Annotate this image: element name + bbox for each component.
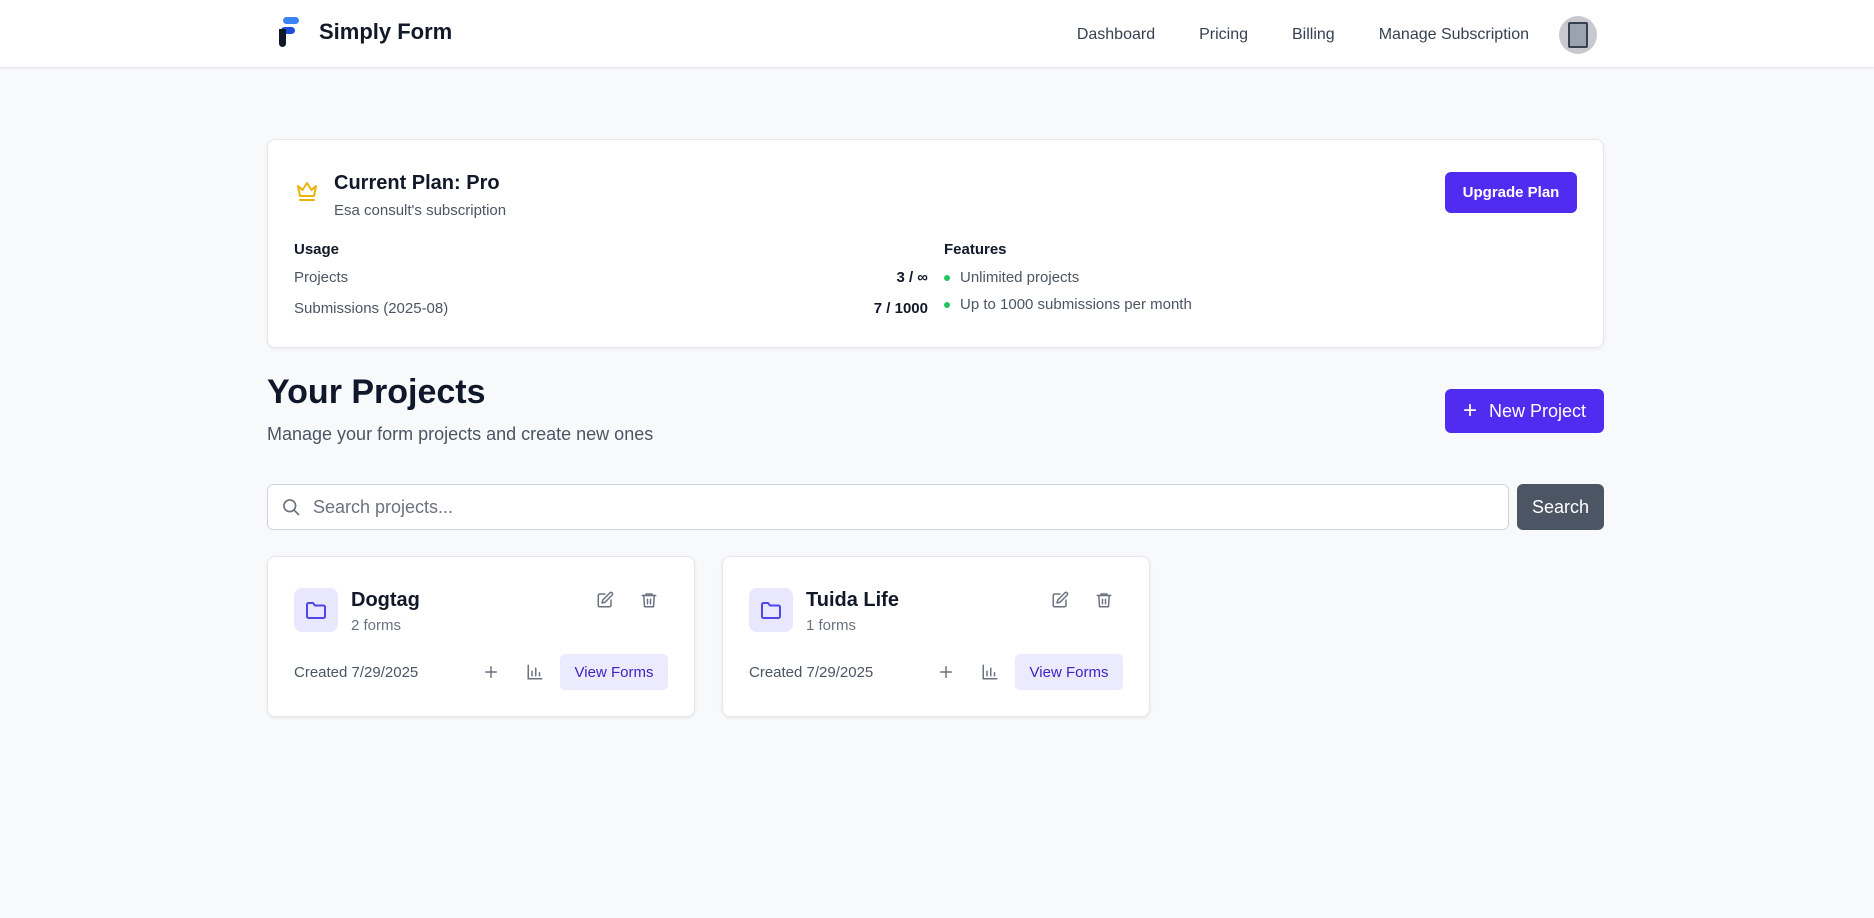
analytics-icon[interactable] xyxy=(981,663,999,681)
project-card[interactable]: Dogtag 2 forms Created 7/29/2025 View Fo… xyxy=(267,556,695,717)
usage-heading: Usage xyxy=(294,241,340,258)
add-form-icon[interactable] xyxy=(482,663,500,681)
brand[interactable]: Simply Form xyxy=(279,17,452,47)
add-form-icon[interactable] xyxy=(937,663,955,681)
current-plan-card: Current Plan: Pro Esa consult's subscrip… xyxy=(267,139,1604,348)
features-heading: Features xyxy=(944,241,1007,258)
usage-row-projects: Projects 3 / ∞ xyxy=(294,269,928,286)
nav-pricing[interactable]: Pricing xyxy=(1199,26,1248,44)
plus-icon: + xyxy=(1462,397,1477,424)
feature-label: Up to 1000 submissions per month xyxy=(960,296,1192,313)
nav-manage-subscription[interactable]: Manage Subscription xyxy=(1379,26,1529,44)
usage-value: 7 / 1000 xyxy=(873,300,928,317)
project-created-date: Created 7/29/2025 xyxy=(294,664,419,681)
check-dot-icon xyxy=(944,301,950,308)
project-name: Tuida Life xyxy=(806,589,899,611)
avatar-placeholder-icon xyxy=(1568,22,1588,48)
brand-name: Simply Form xyxy=(319,19,453,44)
page-subtitle: Manage your form projects and create new… xyxy=(267,424,654,444)
user-avatar[interactable] xyxy=(1559,16,1597,54)
top-navbar: Simply Form Dashboard Pricing Billing Ma… xyxy=(0,0,1874,68)
view-forms-button[interactable]: View Forms xyxy=(1015,654,1123,690)
feature-item: Up to 1000 submissions per month xyxy=(944,296,1192,313)
check-dot-icon xyxy=(944,274,950,281)
project-card[interactable]: Tuida Life 1 forms Created 7/29/2025 Vie… xyxy=(722,556,1150,717)
project-name: Dogtag xyxy=(351,589,420,611)
project-form-count: 1 forms xyxy=(806,617,857,634)
crown-icon xyxy=(295,179,319,203)
project-form-count: 2 forms xyxy=(351,617,402,634)
page-title: Your Projects xyxy=(267,373,486,411)
usage-label: Submissions (2025-08) xyxy=(294,300,449,317)
usage-value: 3 / ∞ xyxy=(896,269,928,286)
search-input[interactable] xyxy=(313,496,1463,518)
trash-icon[interactable] xyxy=(1095,591,1113,609)
view-forms-button[interactable]: View Forms xyxy=(560,654,668,690)
folder-icon xyxy=(749,588,793,632)
search-bar xyxy=(267,484,1509,530)
folder-icon xyxy=(294,588,338,632)
search-icon xyxy=(281,497,301,517)
usage-label: Projects xyxy=(294,269,349,286)
edit-icon[interactable] xyxy=(1051,591,1069,609)
edit-icon[interactable] xyxy=(596,591,614,609)
search-button[interactable]: Search xyxy=(1517,484,1604,530)
usage-row-submissions: Submissions (2025-08) 7 / 1000 xyxy=(294,300,928,317)
plan-title: Current Plan: Pro xyxy=(334,172,500,194)
project-created-date: Created 7/29/2025 xyxy=(749,664,874,681)
upgrade-plan-button[interactable]: Upgrade Plan xyxy=(1445,172,1577,213)
plan-subtitle: Esa consult's subscription xyxy=(334,202,507,219)
analytics-icon[interactable] xyxy=(526,663,544,681)
nav-dashboard[interactable]: Dashboard xyxy=(1077,26,1155,44)
feature-label: Unlimited projects xyxy=(960,269,1080,286)
new-project-label: New Project xyxy=(1488,400,1587,421)
nav-billing[interactable]: Billing xyxy=(1292,26,1335,44)
simply-form-logo-icon xyxy=(279,17,301,47)
feature-item: Unlimited projects xyxy=(944,269,1079,286)
trash-icon[interactable] xyxy=(640,591,658,609)
new-project-button[interactable]: + New Project xyxy=(1445,389,1604,433)
main-nav: Dashboard Pricing Billing Manage Subscri… xyxy=(1077,16,1597,54)
